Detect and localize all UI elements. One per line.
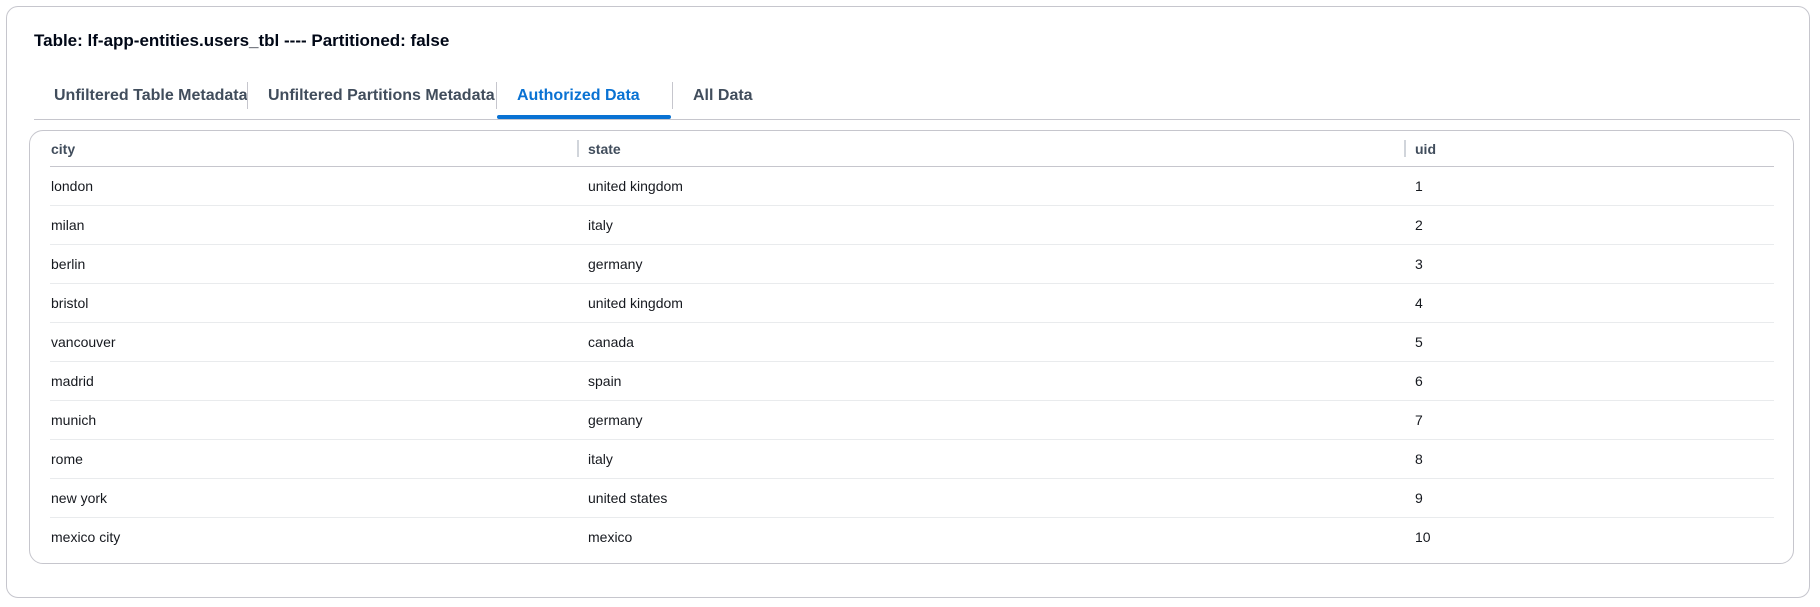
city-cell: munich — [50, 400, 587, 440]
table-row: rome italy 8 — [50, 439, 1774, 479]
column-resizer[interactable] — [577, 140, 579, 157]
state-cell: germany — [587, 400, 1414, 440]
city-cell: mexico city — [51, 529, 121, 545]
city-cell: berlin — [50, 244, 587, 284]
table-row: milan italy 2 — [50, 205, 1774, 245]
uid-cell: 6 — [1414, 361, 1774, 401]
state-cell: united kingdom — [587, 283, 1414, 323]
state-cell: united kingdom — [587, 166, 1414, 206]
uid-cell: 8 — [1414, 439, 1774, 479]
city-cell: madrid — [50, 361, 587, 401]
uid-cell: 3 — [1414, 244, 1774, 284]
state-cell: germany — [587, 244, 1414, 284]
column-header-label: state — [588, 140, 621, 157]
uid-cell: 1 — [1414, 166, 1774, 206]
column-header-city[interactable]: city — [50, 131, 587, 167]
table-row: munich germany 7 — [50, 400, 1774, 440]
city-cell: new york — [50, 478, 587, 518]
table-header-row: city state uid — [50, 131, 1774, 167]
uid-cell: 10 — [1415, 529, 1431, 545]
uid-cell: 4 — [1414, 283, 1774, 323]
state-cell: spain — [587, 361, 1414, 401]
table-row: london united kingdom 1 — [50, 166, 1774, 206]
tab-unfiltered-table-metadata[interactable]: Unfiltered Table Metadata — [34, 79, 268, 117]
column-header-state[interactable]: state — [577, 131, 1414, 167]
table-row: bristol united kingdom 4 — [50, 283, 1774, 323]
table-row: berlin germany 3 — [50, 244, 1774, 284]
table-row: new york united states 9 — [50, 478, 1774, 518]
column-header-label: uid — [1415, 140, 1436, 157]
city-cell: vancouver — [50, 322, 587, 362]
table-row: mexico city mexico 10 — [50, 518, 1774, 557]
data-table-container: city state uid london united kingdom 1 mila… — [29, 130, 1794, 564]
state-cell: united states — [587, 478, 1414, 518]
uid-cell: 7 — [1414, 400, 1774, 440]
uid-cell: 2 — [1414, 205, 1774, 245]
table-row: vancouver canada 5 — [50, 322, 1774, 362]
tab-all-data[interactable]: All Data — [673, 79, 773, 117]
table-details-container: Table: lf-app-entities.users_tbl ---- Pa… — [6, 6, 1810, 598]
city-cell: london — [50, 166, 587, 206]
table-row: madrid spain 6 — [50, 361, 1774, 401]
state-cell: mexico — [588, 529, 633, 545]
tab-bar: Unfiltered Table Metadata Unfiltered Par… — [34, 79, 1800, 120]
state-cell: italy — [587, 205, 1414, 245]
city-cell: bristol — [50, 283, 587, 323]
column-header-uid[interactable]: uid — [1404, 131, 1774, 167]
state-cell: canada — [587, 322, 1414, 362]
column-header-label: city — [51, 140, 76, 157]
page-title: Table: lf-app-entities.users_tbl ---- Pa… — [34, 31, 450, 50]
city-cell: rome — [50, 439, 587, 479]
uid-cell: 5 — [1414, 322, 1774, 362]
data-table: city state uid london united kingdom 1 mila… — [50, 131, 1774, 556]
city-cell: milan — [50, 205, 587, 245]
state-cell: italy — [587, 439, 1414, 479]
tab-unfiltered-partitions-metadata[interactable]: Unfiltered Partitions Metadata — [248, 79, 515, 117]
uid-cell: 9 — [1414, 478, 1774, 518]
tab-authorized-data[interactable]: Authorized Data — [497, 79, 671, 119]
column-resizer[interactable] — [1404, 140, 1406, 157]
